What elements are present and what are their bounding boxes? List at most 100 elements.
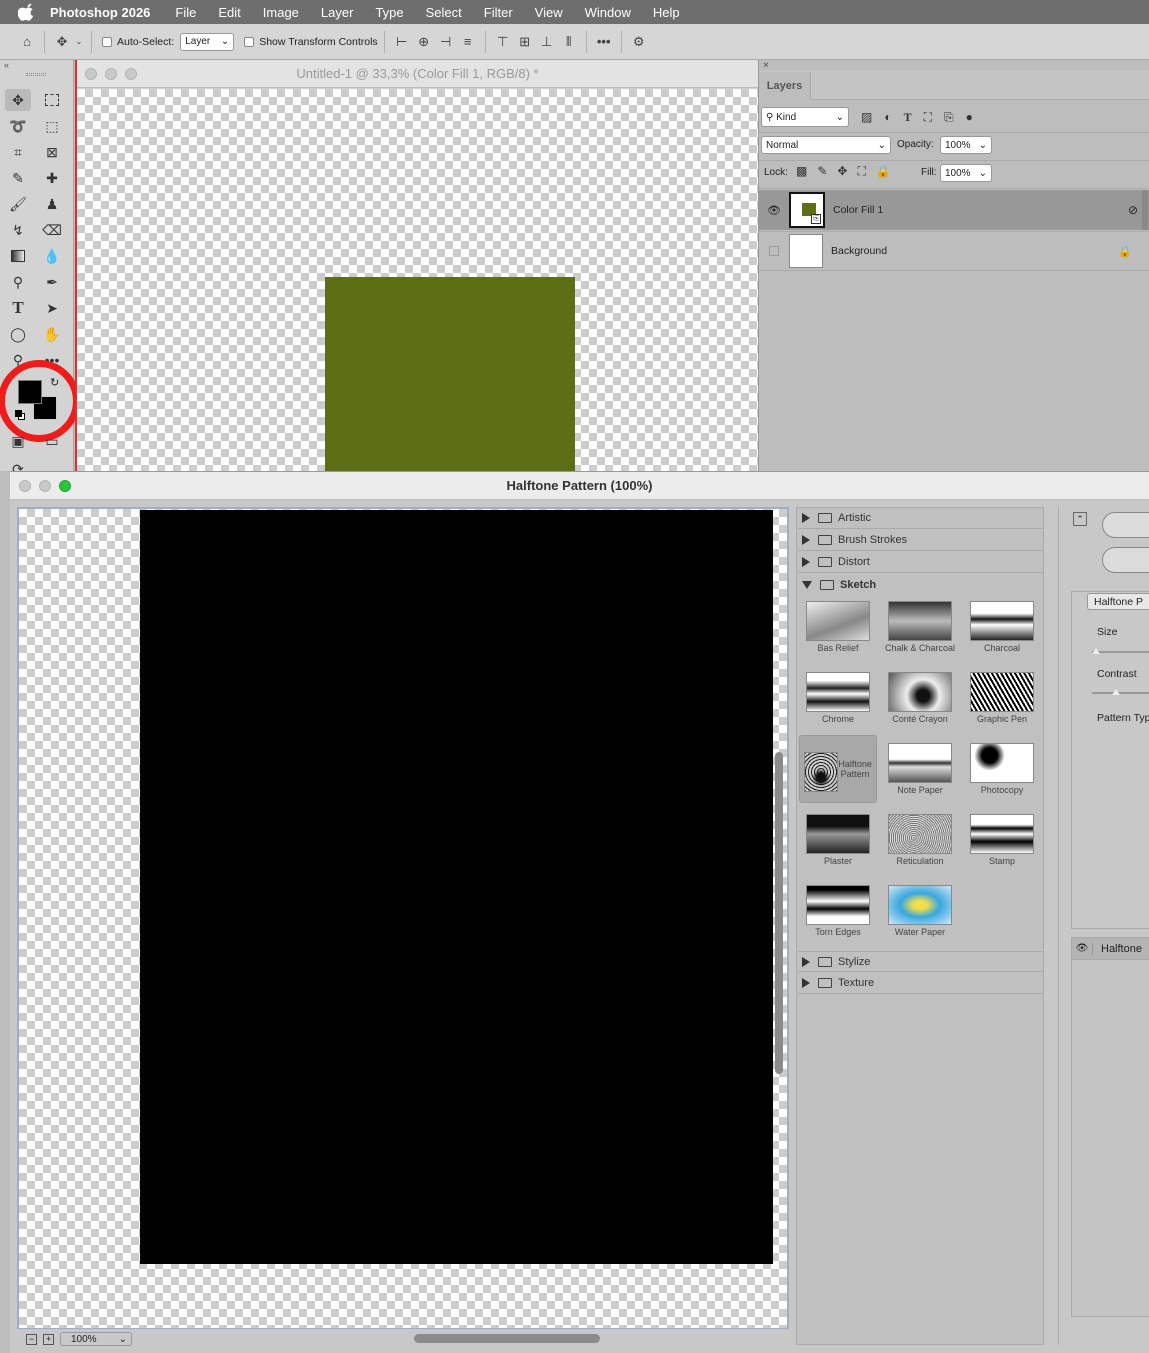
zoom-in-icon[interactable]: + bbox=[43, 1333, 54, 1345]
home-icon[interactable]: ⌂ bbox=[16, 31, 38, 53]
menu-image[interactable]: Image bbox=[263, 5, 299, 20]
kind-filter-dropdown[interactable]: ⚲ Kind ⌄ bbox=[761, 107, 849, 127]
layer-row-background[interactable]: Background 🔒 bbox=[759, 231, 1149, 271]
filter-plaster[interactable]: Plaster bbox=[799, 806, 877, 874]
hand-tool-icon[interactable]: ✋ bbox=[39, 323, 65, 345]
collapse-icon[interactable]: « bbox=[4, 60, 9, 70]
swap-colors-icon[interactable]: ↻ bbox=[50, 376, 59, 389]
frame-tool-icon[interactable]: ⊠ bbox=[39, 141, 65, 163]
healing-brush-icon[interactable]: ✚ bbox=[39, 167, 65, 189]
menu-edit[interactable]: Edit bbox=[218, 5, 240, 20]
more-icon[interactable]: ••• bbox=[593, 31, 615, 53]
menu-type[interactable]: Type bbox=[375, 5, 403, 20]
brush-tool-icon[interactable]: 🖌 bbox=[5, 193, 31, 215]
filter-halftone-pattern[interactable]: Halftone Pattern bbox=[799, 735, 877, 803]
filter-effects-icon[interactable]: ⊘ bbox=[1128, 203, 1138, 217]
filter-bas-relief[interactable]: Bas Relief bbox=[799, 593, 877, 661]
align-top-icon[interactable]: ⊤ bbox=[492, 31, 514, 53]
stamp-tool-icon[interactable]: ♟ bbox=[39, 193, 65, 215]
eyedropper-icon[interactable]: ✎ bbox=[5, 167, 31, 189]
visibility-toggle[interactable] bbox=[759, 246, 789, 256]
filter-reticulation[interactable]: Reticulation bbox=[881, 806, 959, 874]
close-icon[interactable] bbox=[85, 68, 97, 80]
horizontal-scrollbar[interactable] bbox=[414, 1334, 600, 1343]
menu-select[interactable]: Select bbox=[426, 5, 462, 20]
category-brush-strokes[interactable]: Brush Strokes bbox=[798, 530, 1043, 551]
eye-icon[interactable]: 👁 bbox=[759, 204, 789, 217]
eye-icon[interactable]: 👁 bbox=[1072, 943, 1092, 954]
default-colors-icon[interactable] bbox=[15, 410, 25, 420]
filter-stamp[interactable]: Stamp bbox=[963, 806, 1041, 874]
close-icon[interactable] bbox=[19, 480, 31, 492]
type-filter-icon[interactable]: T bbox=[904, 110, 912, 125]
blur-tool-icon[interactable]: 💧 bbox=[39, 245, 65, 267]
move-tool-icon[interactable]: ✥ bbox=[51, 31, 73, 53]
category-distort[interactable]: Distort bbox=[798, 552, 1043, 573]
category-artistic[interactable]: Artistic bbox=[798, 508, 1043, 529]
filter-chrome[interactable]: Chrome bbox=[799, 664, 877, 732]
filter-charcoal[interactable]: Charcoal bbox=[963, 593, 1041, 661]
shape-filter-icon[interactable]: ⛶ bbox=[924, 110, 932, 125]
path-selection-icon[interactable]: ➤ bbox=[39, 297, 65, 319]
object-selection-icon[interactable]: ⬚ bbox=[39, 115, 65, 137]
gear-icon[interactable]: ⚙ bbox=[628, 31, 650, 53]
effect-layer-row[interactable]: 👁 Halftone bbox=[1072, 938, 1149, 960]
align-left-icon[interactable]: ⊢ bbox=[391, 31, 413, 53]
adjustment-filter-icon[interactable]: ◐ bbox=[884, 110, 891, 125]
maximize-icon[interactable] bbox=[59, 480, 71, 492]
fill-field[interactable]: 100% ⌄ bbox=[940, 164, 992, 182]
smart-object-filter-icon[interactable]: ⎘ bbox=[944, 110, 954, 125]
eraser-icon[interactable]: ⌫ bbox=[39, 219, 65, 241]
contrast-slider[interactable] bbox=[1092, 689, 1149, 695]
align-right-icon[interactable]: ⊣ bbox=[435, 31, 457, 53]
distribute-icon[interactable]: ≡ bbox=[457, 31, 479, 53]
filter-graphic-pen[interactable]: Graphic Pen bbox=[963, 664, 1041, 732]
ellipse-tool-icon[interactable]: ◯ bbox=[5, 323, 31, 345]
category-texture[interactable]: Texture bbox=[798, 973, 1043, 994]
filter-chalk-charcoal[interactable]: Chalk & Charcoal bbox=[881, 593, 959, 661]
menu-filter[interactable]: Filter bbox=[484, 5, 513, 20]
minimize-icon[interactable] bbox=[39, 480, 51, 492]
grip-icon[interactable] bbox=[26, 73, 46, 76]
filter-conte-crayon[interactable]: Conté Crayon bbox=[881, 664, 959, 732]
distribute-vertical-icon[interactable]: ⫴ bbox=[558, 31, 580, 53]
apple-icon[interactable] bbox=[18, 3, 36, 21]
menu-layer[interactable]: Layer bbox=[321, 5, 354, 20]
lock-position-icon[interactable]: ✥ bbox=[837, 164, 847, 179]
size-slider[interactable] bbox=[1092, 648, 1149, 654]
chevron-down-icon[interactable]: ⌄ bbox=[73, 31, 85, 53]
history-brush-icon[interactable]: ↯ bbox=[5, 219, 31, 241]
align-bottom-icon[interactable]: ⊥ bbox=[536, 31, 558, 53]
opacity-field[interactable]: 100% ⌄ bbox=[940, 136, 992, 154]
filter-water-paper[interactable]: Water Paper bbox=[881, 877, 959, 945]
filter-select-dropdown[interactable]: Halftone P bbox=[1087, 593, 1149, 610]
cancel-button[interactable] bbox=[1102, 547, 1149, 573]
menu-view[interactable]: View bbox=[535, 5, 563, 20]
align-center-icon[interactable]: ⊕ bbox=[413, 31, 435, 53]
vertical-scrollbar[interactable] bbox=[775, 752, 783, 1074]
transform-controls-checkbox[interactable] bbox=[244, 36, 255, 47]
filter-photocopy[interactable]: Photocopy bbox=[963, 735, 1041, 803]
zoom-out-icon[interactable]: − bbox=[26, 1333, 37, 1345]
color-fill-rectangle[interactable] bbox=[325, 277, 575, 471]
foreground-color-swatch[interactable] bbox=[18, 380, 42, 404]
type-tool-icon[interactable]: T bbox=[5, 297, 31, 319]
screen-mode-icon[interactable]: ▭ bbox=[39, 430, 65, 452]
auto-select-dropdown[interactable]: Layer ⌄ bbox=[180, 32, 235, 51]
filter-toggle-icon[interactable]: ● bbox=[966, 110, 973, 125]
auto-select-checkbox[interactable] bbox=[102, 36, 112, 47]
minimize-icon[interactable] bbox=[105, 68, 117, 80]
scrollbar[interactable] bbox=[1142, 190, 1148, 230]
maximize-icon[interactable] bbox=[125, 68, 137, 80]
pen-tool-icon[interactable]: ✒ bbox=[39, 271, 65, 293]
slider-handle[interactable] bbox=[1092, 648, 1100, 654]
gradient-tool-icon[interactable] bbox=[5, 245, 31, 267]
dodge-tool-icon[interactable]: ⚲ bbox=[5, 271, 31, 293]
preview-area[interactable] bbox=[17, 507, 789, 1330]
lock-all-icon[interactable]: 🔒 bbox=[876, 164, 891, 179]
blend-mode-dropdown[interactable]: Normal ⌄ bbox=[761, 136, 891, 154]
collapse-gallery-icon[interactable]: ⌃ bbox=[1073, 512, 1087, 526]
menu-help[interactable]: Help bbox=[653, 5, 680, 20]
slider-handle[interactable] bbox=[1112, 689, 1120, 695]
filter-torn-edges[interactable]: Torn Edges bbox=[799, 877, 877, 945]
